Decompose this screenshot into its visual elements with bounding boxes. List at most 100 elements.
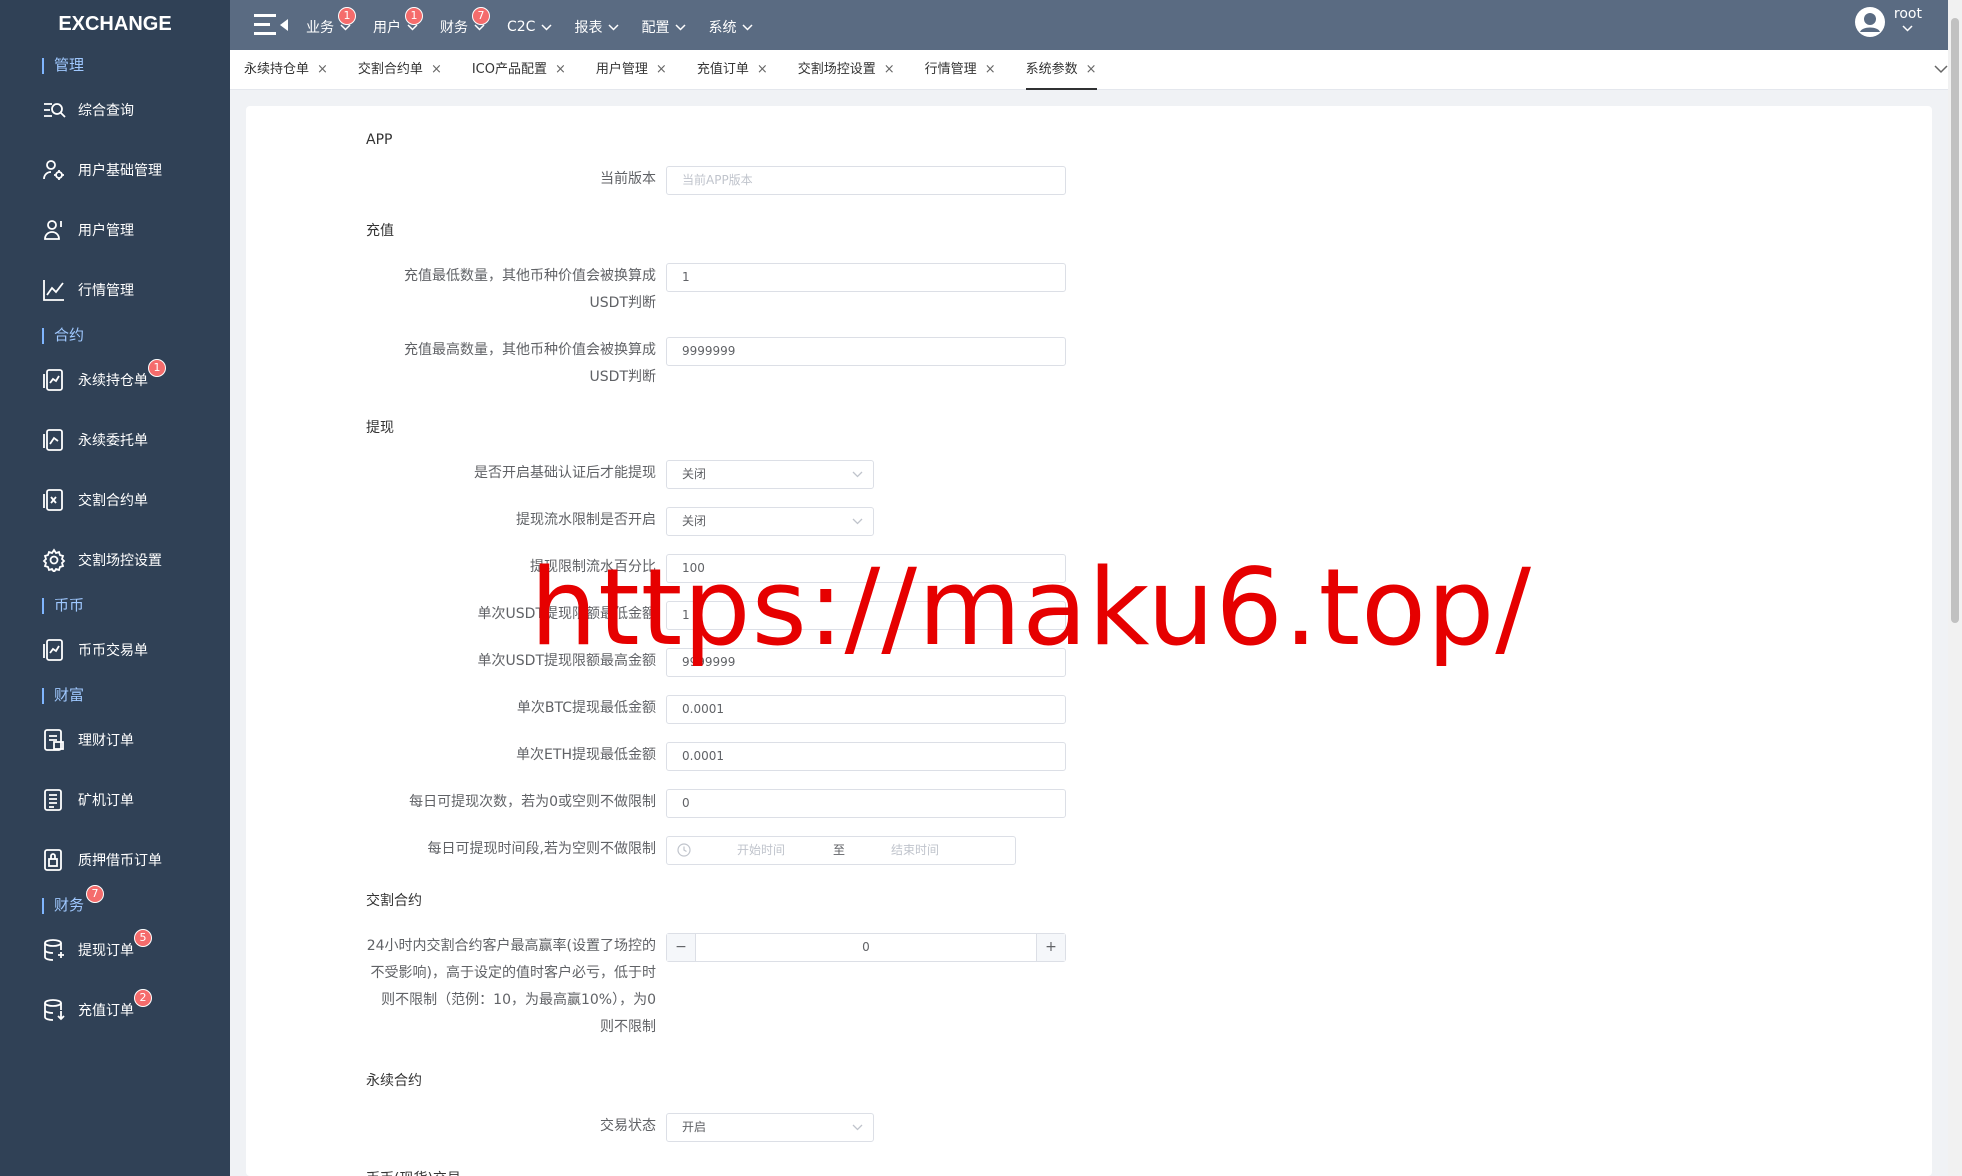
topmenu-label: 报表	[574, 20, 603, 36]
close-icon[interactable]: ×	[555, 62, 566, 77]
sidebar-section-coin: 币币	[0, 590, 230, 620]
chevron-down-icon	[608, 23, 619, 31]
notification-badge: 5	[134, 929, 152, 947]
sidebar-item-coin-trade[interactable]: 币币交易单	[0, 620, 230, 680]
increment-button[interactable]: +	[1036, 934, 1065, 961]
sidebar-item-market[interactable]: 行情管理	[0, 260, 230, 320]
sidebar-item-delivery-control[interactable]: 交割场控设置	[0, 530, 230, 590]
sidebar-item-perpetual-order[interactable]: 永续委托单	[0, 410, 230, 470]
close-icon[interactable]: ×	[431, 62, 442, 77]
sidebar-item-perpetual-position[interactable]: 永续持仓单 1	[0, 350, 230, 410]
tab-delivery-control[interactable]: 交割场控设置 ×	[798, 50, 895, 90]
scrollbar-thumb[interactable]	[1951, 18, 1959, 623]
doc-chart-icon	[42, 638, 66, 662]
sidebar-item-finance-order[interactable]: 理财订单	[0, 710, 230, 770]
form-label-line: 充值最低数量，其他币种价值会被换算成	[404, 268, 656, 284]
group-title-recharge: 充值	[366, 223, 394, 239]
eth-min-input[interactable]: 0.0001	[666, 742, 1066, 771]
form-label: 当前版本	[600, 171, 656, 187]
flow-limit-select[interactable]: 关闭	[666, 507, 874, 536]
sidebar-section-finance: 财务 7	[0, 885, 230, 920]
tab-market[interactable]: 行情管理 ×	[925, 50, 996, 90]
trade-status-select[interactable]: 开启	[666, 1113, 874, 1142]
sidebar-item-label: 永续持仓单	[78, 373, 148, 389]
topmenu-c2c[interactable]: C2C	[507, 15, 552, 35]
tab-system-params[interactable]: 系统参数 ×	[1025, 50, 1097, 90]
group-title-delivery: 交割合约	[366, 893, 422, 909]
form-label-line: USDT判断	[589, 295, 656, 311]
chevron-down-icon[interactable]	[1934, 64, 1948, 74]
tab-label: 交割场控设置	[797, 61, 876, 77]
close-icon[interactable]: ×	[317, 62, 328, 77]
recharge-min-input[interactable]: 1	[666, 263, 1066, 292]
section-label: 财务	[54, 896, 85, 914]
topmenu-finance[interactable]: 财务 7	[440, 7, 490, 37]
decrement-button[interactable]: −	[667, 934, 696, 961]
app-version-input[interactable]: 当前APP版本	[666, 166, 1066, 195]
doc-chart-icon	[42, 488, 66, 512]
topmenu-config[interactable]: 配置	[641, 13, 686, 37]
time-start-placeholder[interactable]: 开始时间	[737, 837, 785, 864]
notification-badge: 1	[405, 7, 423, 25]
sidebar-item-label: 充值订单	[78, 1003, 134, 1019]
sidebar-item-label: 用户基础管理	[78, 163, 162, 179]
stepper-value[interactable]: 0	[862, 940, 870, 954]
close-icon[interactable]: ×	[757, 62, 768, 77]
winrate-stepper[interactable]: − 0 +	[666, 933, 1066, 962]
list-icon	[42, 788, 66, 812]
user-menu[interactable]: root	[1854, 6, 1922, 38]
clock-icon	[677, 843, 691, 857]
time-range-picker[interactable]: 开始时间 至 结束时间	[666, 836, 1016, 865]
chevron-down-icon	[852, 518, 863, 525]
sidebar-item-miner-order[interactable]: 矿机订单	[0, 770, 230, 830]
recharge-max-input[interactable]: 9999999	[666, 337, 1066, 366]
doc-icon	[42, 728, 66, 752]
notification-badge: 1	[338, 7, 356, 25]
user-gear-icon	[42, 158, 66, 182]
topmenu-user[interactable]: 用户 1	[373, 7, 423, 37]
doc-chart-icon	[42, 368, 66, 392]
tab-bar: 永续持仓单 × 交割合约单 × ICO产品配置 × 用户管理 × 充值订单 × 交割场控设…	[230, 50, 1962, 90]
topmenu-business[interactable]: 业务 1	[306, 7, 356, 37]
close-icon[interactable]: ×	[985, 62, 996, 77]
sidebar-section-manage: 管理	[0, 50, 230, 80]
sidebar-item-label: 币币交易单	[78, 643, 148, 659]
tab-user-manage[interactable]: 用户管理 ×	[596, 50, 667, 90]
tab-recharge-order[interactable]: 充值订单 ×	[697, 50, 768, 90]
tab-ico-config[interactable]: ICO产品配置 ×	[472, 50, 566, 90]
topmenu-report[interactable]: 报表	[574, 13, 619, 37]
close-icon[interactable]: ×	[884, 62, 895, 77]
form-label: 单次ETH提现最低金额	[516, 747, 656, 763]
topmenu-system[interactable]: 系统	[708, 13, 753, 37]
form-label-line: USDT判断	[589, 369, 656, 385]
chevron-down-icon	[852, 1124, 863, 1131]
time-end-placeholder[interactable]: 结束时间	[891, 837, 939, 864]
close-icon[interactable]: ×	[1086, 62, 1097, 77]
daily-count-input[interactable]: 0	[666, 789, 1066, 818]
doc-chart-icon	[42, 428, 66, 452]
database-icon	[42, 998, 66, 1022]
tab-delivery-order[interactable]: 交割合约单 ×	[358, 50, 442, 90]
close-icon[interactable]: ×	[656, 62, 667, 77]
sidebar-item-delivery-order[interactable]: 交割合约单	[0, 470, 230, 530]
sidebar-item-withdraw-order[interactable]: 提现订单 5	[0, 920, 230, 980]
form-label: 提现流水限制是否开启	[516, 512, 656, 528]
chart-line-icon	[42, 278, 66, 302]
tab-perpetual-position[interactable]: 永续持仓单 ×	[244, 50, 328, 90]
sidebar-item-recharge-order[interactable]: 充值订单 2	[0, 980, 230, 1040]
sidebar-item-user-manage[interactable]: 用户管理	[0, 200, 230, 260]
sidebar-item-pledge-order[interactable]: 质押借币订单	[0, 830, 230, 890]
btc-min-input[interactable]: 0.0001	[666, 695, 1066, 724]
basic-auth-select[interactable]: 关闭	[666, 460, 874, 489]
doc-lock-icon	[42, 848, 66, 872]
vertical-scrollbar[interactable]	[1948, 0, 1962, 1176]
tab-label: ICO产品配置	[471, 61, 547, 77]
sidebar-item-user-basic[interactable]: 用户基础管理	[0, 140, 230, 200]
select-value: 关闭	[682, 467, 707, 481]
sidebar-item-label: 行情管理	[78, 283, 134, 299]
chevron-down-icon	[852, 471, 863, 478]
sidebar-item-query[interactable]: 综合查询	[0, 80, 230, 140]
topmenu-label: 业务	[306, 20, 334, 36]
database-icon	[42, 938, 66, 962]
menu-collapse-icon[interactable]	[252, 11, 288, 39]
